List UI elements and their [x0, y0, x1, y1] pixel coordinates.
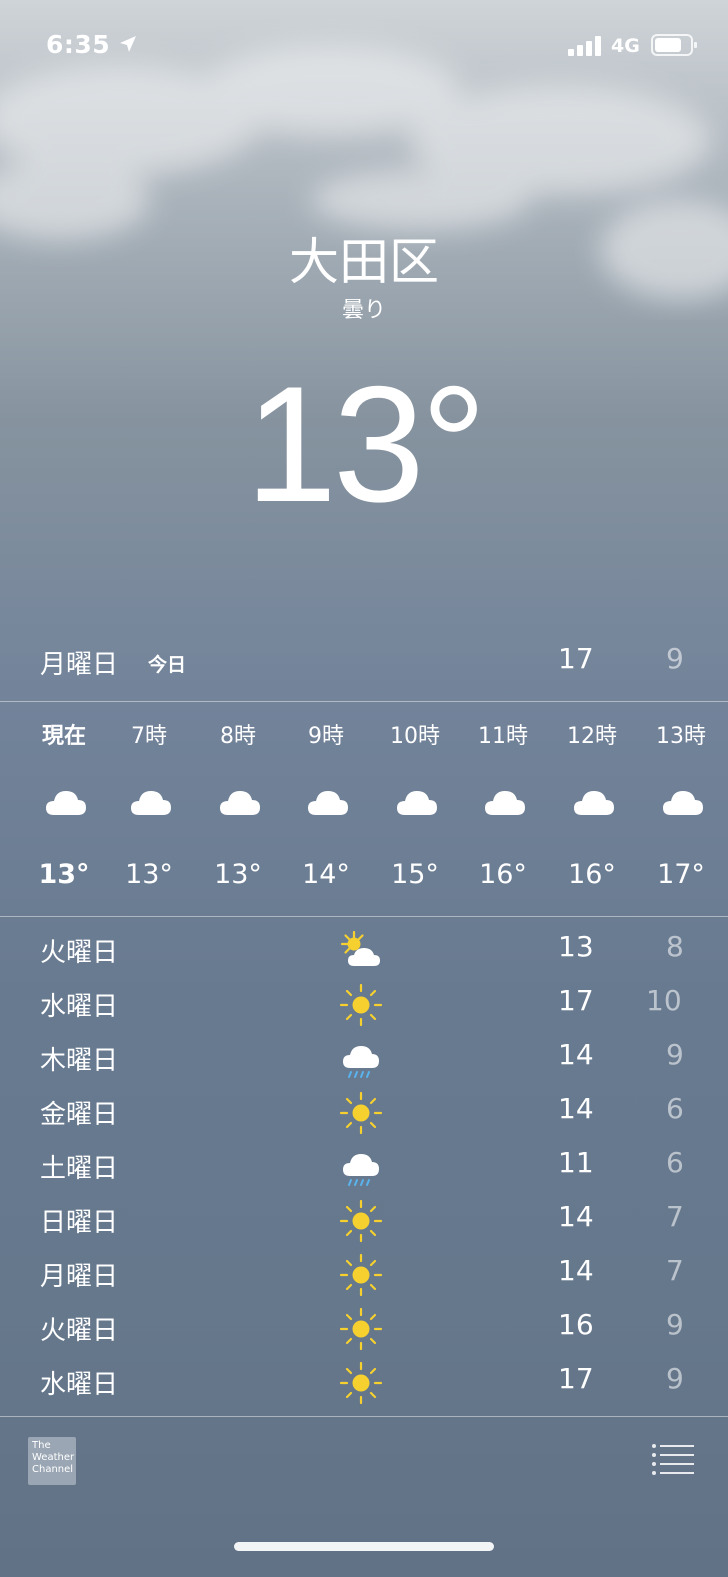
cloud-icon — [574, 791, 614, 815]
city-list-button[interactable] — [650, 1442, 696, 1476]
today-day: 月曜日 — [40, 650, 119, 680]
day-high: 14 — [558, 1254, 594, 1287]
cloud-icon — [397, 791, 437, 815]
current-temperature: 13° — [245, 352, 487, 536]
day-high: 14 — [558, 1092, 594, 1125]
divider — [0, 1416, 728, 1417]
day-name: 木曜日 — [40, 1046, 119, 1076]
hour-label: 13時 — [656, 724, 706, 749]
day-name: 土曜日 — [40, 1154, 119, 1184]
sun-icon — [339, 1091, 383, 1135]
cloud-icon — [131, 791, 171, 815]
daily-row: 金曜日 14 6 — [40, 1086, 700, 1140]
sun-icon — [339, 1307, 383, 1351]
sun-icon — [339, 1199, 383, 1243]
day-name: 火曜日 — [40, 938, 119, 968]
daily-row: 水曜日 17 9 — [40, 1356, 700, 1410]
day-high: 11 — [558, 1146, 594, 1179]
hour-label: 11時 — [478, 724, 528, 749]
day-high: 14 — [558, 1038, 594, 1071]
hour-label: 7時 — [131, 724, 167, 749]
day-low: 9 — [666, 1038, 684, 1071]
hour-label: 12時 — [567, 724, 617, 749]
rain-icon — [343, 1046, 379, 1078]
hourly-forecast[interactable]: 現在 13° 7時 13° 8時 13° 9時 14° 10時 15° 11時 … — [0, 704, 728, 916]
battery-icon — [651, 34, 697, 56]
today-low: 9 — [666, 642, 684, 675]
day-name: 火曜日 — [40, 1316, 119, 1346]
daily-row: 火曜日 13 8 — [40, 924, 700, 978]
network-type: 4G — [611, 35, 640, 57]
cloud-icon — [46, 791, 86, 815]
day-high: 17 — [558, 1362, 594, 1395]
today-label: 今日 — [148, 654, 187, 676]
hour-temp: 16° — [479, 859, 527, 890]
sun-icon — [339, 1361, 383, 1405]
daily-row: 火曜日 16 9 — [40, 1302, 700, 1356]
cloud-icon — [308, 791, 348, 815]
day-low: 9 — [666, 1362, 684, 1395]
weather-channel-logo[interactable]: The Weather Channel — [28, 1437, 76, 1485]
rain-icon — [343, 1154, 379, 1186]
day-low: 9 — [666, 1308, 684, 1341]
day-low: 8 — [666, 930, 684, 963]
cloud-icon — [220, 791, 260, 815]
hour-label: 9時 — [308, 724, 344, 749]
hour-label: 10時 — [390, 724, 440, 749]
cloud-icon — [485, 791, 525, 815]
hour-temp: 13° — [214, 859, 262, 890]
day-low: 7 — [666, 1200, 684, 1233]
sun-icon — [339, 1253, 383, 1297]
divider — [0, 701, 728, 702]
daily-row: 土曜日 11 6 — [40, 1140, 700, 1194]
day-low: 6 — [666, 1146, 684, 1179]
daily-row: 木曜日 14 9 — [40, 1032, 700, 1086]
today-high: 17 — [558, 642, 594, 675]
day-high: 17 — [558, 984, 594, 1017]
hour-temp: 13° — [38, 859, 90, 890]
day-high: 16 — [558, 1308, 594, 1341]
daily-row: 日曜日 14 7 — [40, 1194, 700, 1248]
city-name: 大田区 — [289, 233, 439, 291]
day-high: 14 — [558, 1200, 594, 1233]
hour-label: 現在 — [41, 724, 86, 749]
weather-condition: 曇り — [341, 298, 386, 323]
day-low: 10 — [646, 984, 682, 1017]
signal-icon — [568, 36, 601, 56]
day-name: 金曜日 — [40, 1100, 119, 1130]
status-time: 6:35 — [46, 30, 111, 59]
hour-temp: 14° — [302, 859, 350, 890]
day-name: 水曜日 — [40, 1370, 119, 1400]
divider — [0, 916, 728, 917]
sun-icon — [339, 983, 383, 1027]
day-name: 水曜日 — [40, 992, 119, 1022]
day-name: 日曜日 — [40, 1208, 119, 1238]
daily-row: 水曜日 17 10 — [40, 978, 700, 1032]
location-arrow-icon — [120, 36, 136, 52]
hour-temp: 15° — [391, 859, 439, 890]
day-high: 13 — [558, 930, 594, 963]
hour-temp: 16° — [568, 859, 616, 890]
hour-label: 8時 — [220, 724, 256, 749]
daily-row: 月曜日 14 7 — [40, 1248, 700, 1302]
today-row: 月曜日 今日 17 9 — [40, 640, 700, 684]
partly-cloudy-icon — [340, 930, 380, 966]
day-name: 月曜日 — [40, 1262, 119, 1292]
home-indicator[interactable] — [234, 1542, 494, 1551]
hour-temp: 13° — [125, 859, 173, 890]
cloud-icon — [663, 791, 703, 815]
hour-temp: 17° — [657, 859, 705, 890]
day-low: 7 — [666, 1254, 684, 1287]
day-low: 6 — [666, 1092, 684, 1125]
